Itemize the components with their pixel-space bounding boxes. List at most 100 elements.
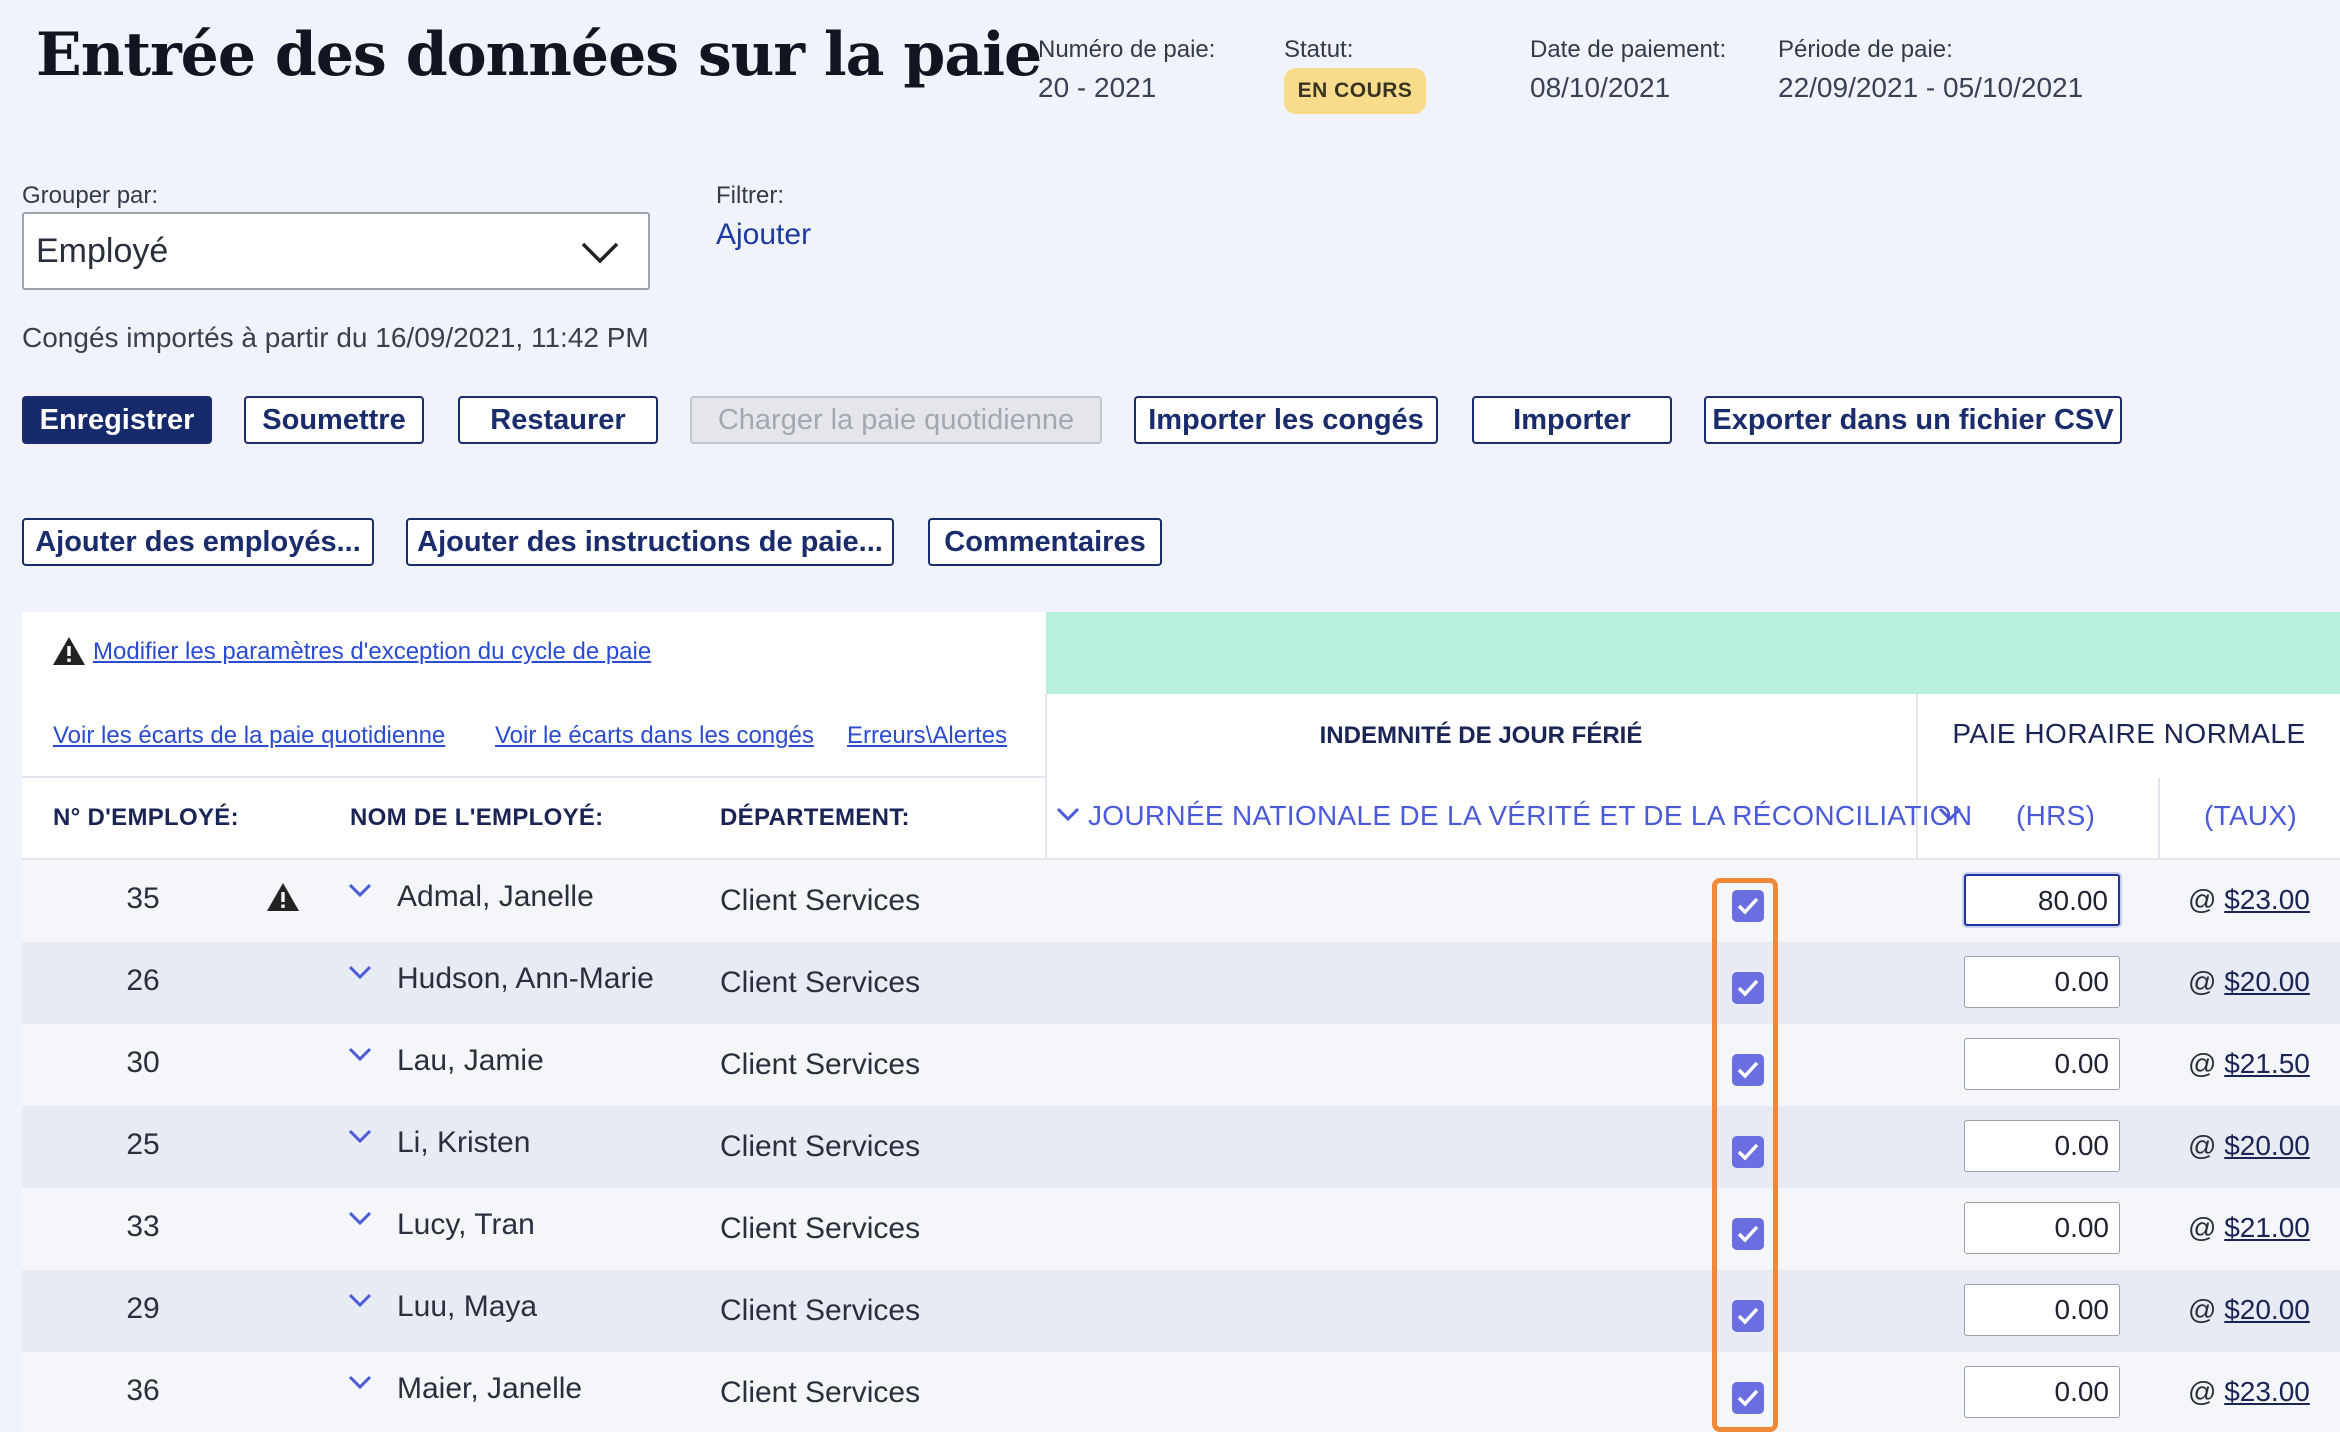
header-accent-band bbox=[1046, 612, 2340, 694]
employee-department: Client Services bbox=[720, 1048, 921, 1081]
payment-date-value: 08/10/2021 bbox=[1530, 72, 1671, 103]
filter-add-link[interactable]: Ajouter bbox=[716, 218, 811, 252]
table-links-panel bbox=[22, 612, 1046, 778]
employee-department: Client Services bbox=[720, 966, 921, 999]
chevron-down-icon bbox=[581, 242, 619, 264]
filter-label: Filtrer: bbox=[716, 182, 784, 209]
chevron-down-icon[interactable] bbox=[1056, 806, 1080, 827]
employee-department: Client Services bbox=[720, 1294, 921, 1327]
hours-input[interactable]: 0.00 bbox=[1964, 1366, 2120, 1418]
table-row[interactable]: 29 Luu, Maya Client Services 0.00 @ $20.… bbox=[22, 1270, 2340, 1352]
rate-link[interactable]: $23.00 bbox=[2224, 1376, 2310, 1407]
add-employees-button[interactable]: Ajouter des employés... bbox=[22, 518, 374, 566]
export-csv-button[interactable]: Exporter dans un fichier CSV bbox=[1704, 396, 2122, 444]
at-symbol: @ bbox=[2188, 1294, 2217, 1325]
daily-gaps-link[interactable]: Voir les écarts de la paie quotidienne bbox=[53, 722, 445, 750]
load-daily-pay-button[interactable]: Charger la paie quotidienne bbox=[690, 396, 1102, 444]
rate-link[interactable]: $21.00 bbox=[2224, 1212, 2310, 1243]
employee-department: Client Services bbox=[720, 1212, 921, 1245]
payment-date-label: Date de paiement: bbox=[1530, 36, 1727, 63]
pay-period-label: Période de paie: bbox=[1778, 36, 1953, 63]
employee-number: 35 bbox=[126, 882, 160, 915]
employee-number: 26 bbox=[126, 964, 160, 997]
employee-number: 29 bbox=[126, 1292, 160, 1325]
warning-icon bbox=[52, 636, 86, 671]
expand-chevron-icon[interactable] bbox=[348, 1292, 372, 1313]
leave-import-note: Congés importés à partir du 16/09/2021, … bbox=[22, 322, 649, 353]
rate-link[interactable]: $20.00 bbox=[2224, 966, 2310, 997]
employee-name: Hudson, Ann-Marie bbox=[397, 962, 654, 995]
rate-link[interactable]: $23.00 bbox=[2224, 884, 2310, 915]
pay-number-label: Numéro de paie: bbox=[1038, 36, 1216, 63]
pay-number-value: 20 - 2021 bbox=[1038, 72, 1157, 103]
status-badge: EN COURS bbox=[1284, 68, 1426, 114]
table-row[interactable]: 36 Maier, Janelle Client Services 0.00 @… bbox=[22, 1352, 2340, 1432]
expand-chevron-icon[interactable] bbox=[348, 1128, 372, 1149]
employee-number: 36 bbox=[126, 1374, 160, 1407]
at-symbol: @ bbox=[2188, 1212, 2217, 1243]
save-button[interactable]: Enregistrer bbox=[22, 396, 212, 444]
employee-name: Maier, Janelle bbox=[397, 1372, 583, 1405]
col-header-emp-name[interactable]: NOM DE L'EMPLOYÉ: bbox=[350, 804, 603, 832]
table-row[interactable]: 25 Li, Kristen Client Services 0.00 @ $2… bbox=[22, 1106, 2340, 1188]
page-title: Entrée des données sur la paie bbox=[36, 20, 1042, 90]
holiday-subheader: JOURNÉE NATIONALE DE LA VÉRITÉ ET DE LA … bbox=[1088, 800, 1973, 831]
expand-chevron-icon[interactable] bbox=[348, 882, 372, 903]
employee-number: 33 bbox=[126, 1210, 160, 1243]
at-symbol: @ bbox=[2188, 1376, 2217, 1407]
hours-input[interactable]: 0.00 bbox=[1964, 1284, 2120, 1336]
leave-gaps-link[interactable]: Voir le écarts dans les congés bbox=[495, 722, 814, 750]
rate-link[interactable]: $20.00 bbox=[2224, 1130, 2310, 1161]
errors-alerts-link[interactable]: Erreurs\Alertes bbox=[847, 722, 1007, 750]
warning-icon bbox=[266, 882, 300, 917]
rate-subheader: (TAUX) bbox=[2204, 800, 2298, 831]
holiday-pay-group-header: INDEMNITÉ DE JOUR FÉRIÉ bbox=[1319, 722, 1643, 749]
import-leave-button[interactable]: Importer les congés bbox=[1134, 396, 1438, 444]
expand-chevron-icon[interactable] bbox=[348, 964, 372, 985]
table-row[interactable]: 26 Hudson, Ann-Marie Client Services 0.0… bbox=[22, 942, 2340, 1024]
table-row[interactable]: 33 Lucy, Tran Client Services 0.00 @ $21… bbox=[22, 1188, 2340, 1270]
employee-number: 30 bbox=[126, 1046, 160, 1079]
rate-link[interactable]: $21.50 bbox=[2224, 1048, 2310, 1079]
hours-input[interactable]: 80.00 bbox=[1964, 874, 2120, 926]
employee-name: Lucy, Tran bbox=[397, 1208, 535, 1241]
employee-department: Client Services bbox=[720, 1376, 921, 1409]
hours-input[interactable]: 0.00 bbox=[1964, 1202, 2120, 1254]
employee-department: Client Services bbox=[720, 884, 921, 917]
employee-name: Lau, Jamie bbox=[397, 1044, 544, 1077]
divider bbox=[22, 776, 1046, 778]
chevron-down-icon[interactable] bbox=[1938, 806, 1962, 827]
employee-name: Admal, Janelle bbox=[397, 880, 594, 913]
rate-link[interactable]: $20.00 bbox=[2224, 1294, 2310, 1325]
employee-name: Li, Kristen bbox=[397, 1126, 531, 1159]
hours-input[interactable]: 0.00 bbox=[1964, 956, 2120, 1008]
modify-exception-link[interactable]: Modifier les paramètres d'exception du c… bbox=[93, 638, 651, 666]
at-symbol: @ bbox=[2188, 966, 2217, 997]
table-row[interactable]: 35 Admal, Janelle Client Services 80.00 … bbox=[22, 860, 2340, 942]
col-header-emp-no[interactable]: N° D'EMPLOYÉ: bbox=[53, 804, 239, 832]
expand-chevron-icon[interactable] bbox=[348, 1046, 372, 1067]
employee-department: Client Services bbox=[720, 1130, 921, 1163]
expand-chevron-icon[interactable] bbox=[348, 1374, 372, 1395]
at-symbol: @ bbox=[2188, 1130, 2217, 1161]
status-label: Statut: bbox=[1284, 36, 1354, 63]
hours-subheader: (HRS) bbox=[2016, 800, 2096, 831]
employee-name: Luu, Maya bbox=[397, 1290, 538, 1323]
table-row[interactable]: 30 Lau, Jamie Client Services 0.00 @ $21… bbox=[22, 1024, 2340, 1106]
col-header-department[interactable]: DÉPARTEMENT: bbox=[720, 804, 910, 832]
group-by-value: Employé bbox=[36, 232, 169, 270]
hours-input[interactable]: 0.00 bbox=[1964, 1120, 2120, 1172]
submit-button[interactable]: Soumettre bbox=[244, 396, 424, 444]
group-by-label: Grouper par: bbox=[22, 182, 159, 209]
comments-button[interactable]: Commentaires bbox=[928, 518, 1162, 566]
expand-chevron-icon[interactable] bbox=[348, 1210, 372, 1231]
hours-input[interactable]: 0.00 bbox=[1964, 1038, 2120, 1090]
import-button[interactable]: Importer bbox=[1472, 396, 1672, 444]
add-pay-instructions-button[interactable]: Ajouter des instructions de paie... bbox=[406, 518, 894, 566]
regular-pay-group-header: PAIE HORAIRE NORMALE bbox=[1952, 718, 2306, 749]
restore-button[interactable]: Restaurer bbox=[458, 396, 658, 444]
at-symbol: @ bbox=[2188, 1048, 2217, 1079]
group-by-select[interactable]: Employé bbox=[22, 212, 650, 290]
employee-number: 25 bbox=[126, 1128, 160, 1161]
pay-period-value: 22/09/2021 - 05/10/2021 bbox=[1778, 72, 2084, 103]
